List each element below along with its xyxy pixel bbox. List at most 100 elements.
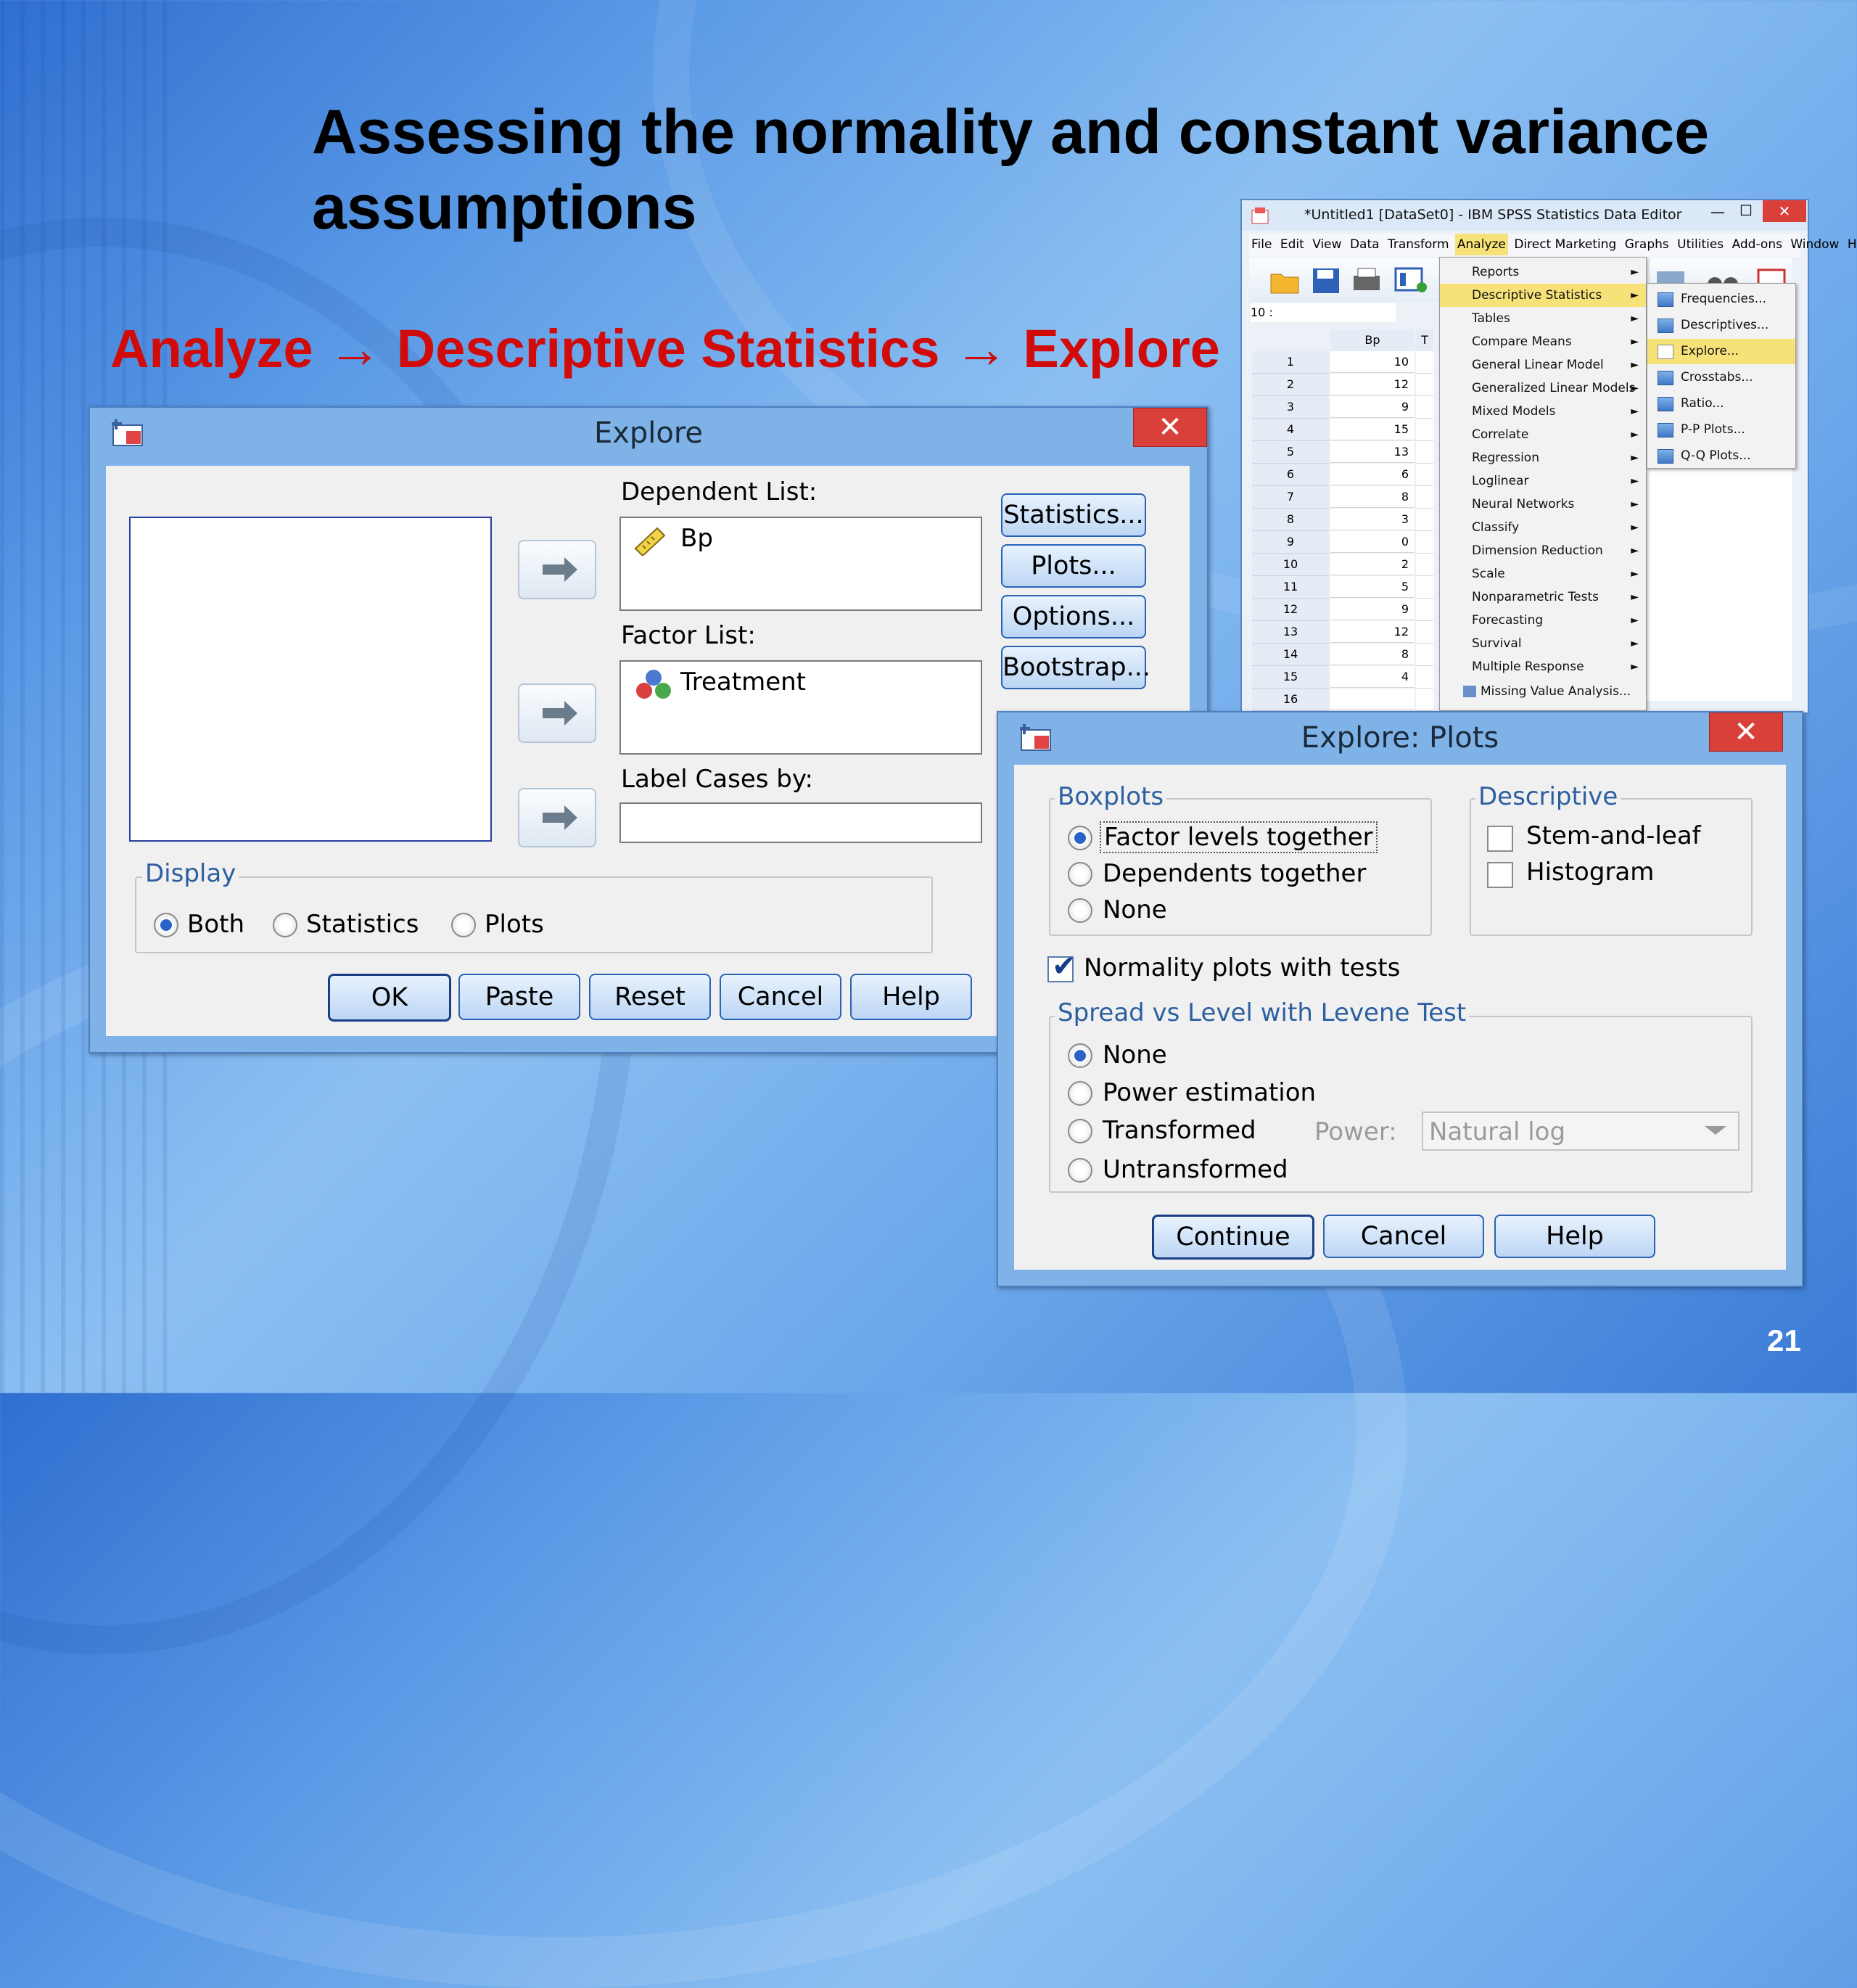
move-to-factor-button[interactable] [518,683,596,743]
submenu-explore[interactable]: Explore... [1647,339,1795,364]
stem-and-leaf-checkbox[interactable] [1487,826,1513,852]
menu-item-nonparametric-tests[interactable]: Nonparametric Tests ► [1440,586,1646,609]
dependent-list[interactable]: Bp [619,517,982,611]
menu-data[interactable]: Data [1348,234,1382,255]
cell-bp[interactable]: 6 [1330,464,1415,485]
cell-t[interactable] [1416,531,1433,554]
menu-edit[interactable]: Edit [1278,234,1306,255]
cell-t[interactable] [1416,644,1433,666]
cell-bp[interactable]: 3 [1330,509,1415,530]
menu-item-scale[interactable]: Scale ► [1440,562,1646,586]
menu-item-neural-networks[interactable]: Neural Networks ► [1440,493,1646,516]
boxplot-none-radio[interactable] [1068,898,1092,923]
spread-none-radio[interactable] [1068,1043,1092,1068]
factor-item-treatment[interactable]: Treatment [680,668,806,697]
menu-item-compare-means[interactable]: Compare Means ► [1440,330,1646,353]
minimize-icon[interactable]: — [1710,203,1725,221]
cell-t[interactable] [1416,599,1433,621]
spread-transformed-radio[interactable] [1068,1119,1092,1143]
help-button[interactable]: Help [850,974,972,1020]
menu-file[interactable]: File [1249,234,1274,255]
maximize-icon[interactable]: ☐ [1739,202,1753,219]
menu-item-reports[interactable]: Reports ► [1440,260,1646,284]
menu-item-survival[interactable]: Survival ► [1440,632,1646,655]
cell-t[interactable] [1416,396,1433,419]
statistics-button[interactable]: Statistics... [1001,493,1146,537]
dialog-recall-icon[interactable] [1394,266,1428,295]
cell-bp[interactable]: 5 [1330,576,1415,598]
reset-button[interactable]: Reset [589,974,711,1020]
cell-t[interactable] [1416,374,1433,396]
menu-add-ons[interactable]: Add-ons [1730,234,1784,255]
normality-plots-checkbox[interactable]: ✔ [1047,952,1076,982]
move-to-label-cases-button[interactable] [518,788,596,847]
cell-t[interactable] [1416,509,1433,531]
plots-help-button[interactable]: Help [1494,1215,1655,1258]
cell-bp[interactable]: 9 [1330,599,1415,620]
display-both-radio[interactable] [154,913,178,937]
save-icon[interactable] [1312,267,1341,295]
menu-item-tables[interactable]: Tables ► [1440,307,1646,330]
cell-bp[interactable]: 4 [1330,666,1415,688]
spread-power-estimation-radio[interactable] [1068,1081,1092,1106]
submenu-pp-plots[interactable]: P-P Plots... [1647,417,1795,443]
bootstrap-button[interactable]: Bootstrap... [1001,646,1150,689]
menu-item-loglinear[interactable]: Loglinear ► [1440,469,1646,493]
print-icon[interactable] [1351,266,1383,295]
column-header-t[interactable]: T [1416,329,1433,351]
menu-analyze[interactable]: Analyze [1454,234,1508,255]
display-statistics-radio[interactable] [273,913,297,937]
menu-item-mixed-models[interactable]: Mixed Models ► [1440,400,1646,423]
cell-bp[interactable]: 15 [1330,419,1415,440]
cell-bp[interactable]: 8 [1330,486,1415,508]
source-variable-list[interactable] [129,517,492,842]
menu-graphs[interactable]: Graphs [1623,234,1671,255]
open-folder-icon[interactable] [1269,267,1300,295]
submenu-crosstabs[interactable]: Crosstabs... [1647,365,1795,390]
cell-t[interactable] [1416,464,1433,486]
cell-t[interactable] [1416,666,1433,689]
cell-bp[interactable]: 12 [1330,621,1415,643]
menu-item-descriptive-statistics[interactable]: Descriptive Statistics ► [1440,284,1646,307]
menu-window[interactable]: Window [1788,234,1841,255]
menu-item-correlate[interactable]: Correlate ► [1440,423,1646,446]
explore-close-button[interactable]: ✕ [1133,408,1207,447]
cell-t[interactable] [1416,554,1433,576]
boxplot-factor-levels-radio[interactable] [1068,826,1092,850]
menu-direct-marketing[interactable]: Direct Marketing [1512,234,1618,255]
submenu-qq-plots[interactable]: Q-Q Plots... [1647,443,1795,469]
spread-untransformed-radio[interactable] [1068,1158,1092,1183]
plots-button[interactable]: Plots... [1001,544,1146,588]
cell-t[interactable] [1416,486,1433,509]
menu-transform[interactable]: Transform [1385,234,1452,255]
cell-bp[interactable]: 2 [1330,554,1415,575]
boxplot-dependents-radio[interactable] [1068,862,1092,887]
spss-close-button[interactable]: ✕ [1763,200,1806,222]
cell-t[interactable] [1416,689,1433,711]
column-header-bp[interactable]: Bp [1330,329,1415,351]
histogram-checkbox[interactable] [1487,862,1513,888]
dependent-item-bp[interactable]: Bp [680,524,713,553]
cell-t[interactable] [1416,441,1433,464]
cell-bp[interactable]: 12 [1330,374,1415,395]
submenu-frequencies[interactable]: Frequencies... [1647,287,1795,312]
cell-bp[interactable] [1330,689,1415,710]
menu-item-general-linear-model[interactable]: General Linear Model ► [1440,353,1646,377]
menu-view[interactable]: View [1310,234,1343,255]
plots-close-button[interactable]: ✕ [1709,712,1783,752]
display-plots-radio[interactable] [451,913,476,937]
ok-button[interactable]: OK [328,974,451,1022]
cell-bp[interactable]: 13 [1330,441,1415,463]
menu-item-multiple-response[interactable]: Multiple Response ► [1440,655,1646,678]
cell-t[interactable] [1416,351,1433,374]
cell-t[interactable] [1416,621,1433,644]
plots-cancel-button[interactable]: Cancel [1323,1215,1484,1258]
continue-button[interactable]: Continue [1152,1215,1314,1260]
cell-t[interactable] [1416,576,1433,599]
cancel-button[interactable]: Cancel [720,974,841,1020]
options-button[interactable]: Options... [1001,595,1146,638]
menu-item-regression[interactable]: Regression ► [1440,446,1646,469]
cell-bp[interactable]: 8 [1330,644,1415,665]
cell-bp[interactable]: 10 [1330,351,1415,373]
cell-bp[interactable]: 0 [1330,531,1415,553]
